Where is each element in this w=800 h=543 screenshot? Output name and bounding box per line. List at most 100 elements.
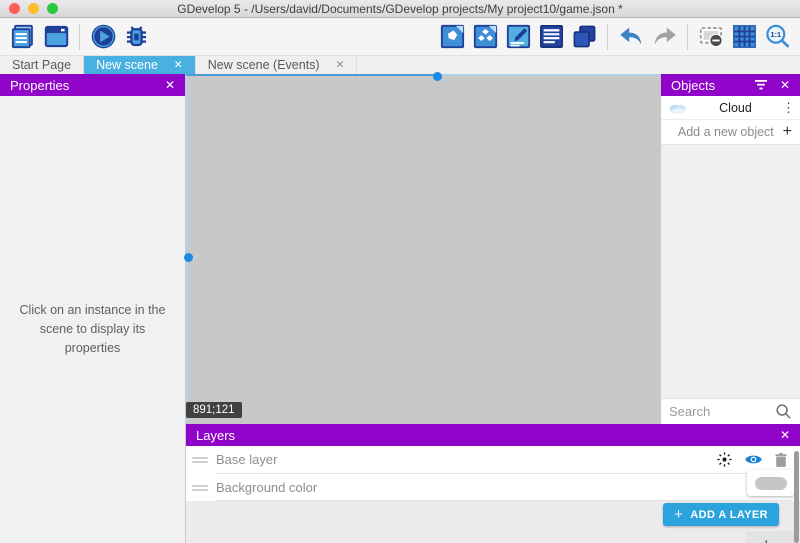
layers-editor-button[interactable] (569, 22, 599, 52)
drag-handle-icon[interactable] (192, 483, 208, 493)
layer-row-base: Base layer (186, 446, 800, 474)
delete-layer-button[interactable] (774, 452, 788, 468)
tab-bar: Start Page New scene ✕ New scene (Events… (0, 56, 800, 74)
zoom-original-button[interactable]: 1:1 (762, 22, 792, 52)
add-new-object-button[interactable]: Add a new object + (661, 120, 800, 145)
gdevelop-window: GDevelop 5 - /Users/david/Documents/GDev… (0, 0, 800, 543)
plus-icon: + (762, 536, 771, 543)
tab-new-scene[interactable]: New scene ✕ (84, 56, 196, 74)
minimize-window-button[interactable] (28, 3, 39, 14)
close-window-button[interactable] (9, 3, 20, 14)
object-menu-icon[interactable]: ⋮ (782, 100, 794, 116)
close-tab-icon[interactable]: ✕ (174, 59, 183, 71)
resize-handle[interactable] (433, 72, 442, 81)
scene-canvas[interactable]: 891;121 (186, 74, 660, 424)
eye-icon (744, 453, 763, 466)
undo-icon (618, 23, 645, 50)
object-groups-editor-button[interactable] (470, 22, 500, 52)
search-input[interactable] (669, 404, 769, 419)
layers-icon (571, 23, 598, 50)
layer-name-field[interactable]: Base layer (216, 452, 716, 467)
tab-label: Start Page (12, 58, 71, 72)
project-manager-icon (10, 23, 37, 50)
objects-panel-empty-space (661, 145, 800, 398)
layer-name-field[interactable]: Background color (216, 480, 792, 495)
undo-button[interactable] (616, 22, 646, 52)
window-mask-icon (698, 23, 725, 50)
layers-panel-header: Layers ✕ (186, 424, 800, 446)
scene-properties-button[interactable] (503, 22, 533, 52)
close-panel-icon[interactable]: ✕ (780, 78, 790, 92)
window-icon (43, 23, 70, 50)
color-swatch (755, 477, 787, 490)
svg-text:1:1: 1:1 (770, 30, 781, 39)
scrollbar-thumb[interactable] (794, 451, 799, 543)
toolbar: 1:1 (0, 18, 800, 56)
objects-panel-title: Objects (671, 78, 715, 93)
project-manager-button[interactable] (8, 22, 38, 52)
scene-window-border-top (437, 74, 660, 76)
scene-window-border-left (186, 76, 188, 424)
cloud-object-thumbnail (667, 101, 689, 114)
search-icon[interactable] (775, 403, 792, 420)
preview-button[interactable] (88, 22, 118, 52)
properties-panel: Properties ✕ Click on an instance in the… (0, 74, 186, 543)
main-area: Properties ✕ Click on an instance in the… (0, 74, 800, 543)
objects-editor-icon (439, 23, 466, 50)
toolbar-separator (79, 24, 80, 50)
tab-new-scene-events[interactable]: New scene (Events) ✕ (196, 56, 358, 74)
add-object-label: Add a new object (669, 125, 783, 139)
objects-search-bar (661, 398, 800, 424)
plus-icon: + (783, 123, 792, 141)
filter-icon[interactable] (754, 79, 768, 91)
add-layer-button[interactable]: + ADD A LAYER (663, 503, 779, 526)
layer-visibility-button[interactable] (744, 453, 763, 466)
drag-handle-icon[interactable] (192, 455, 208, 465)
object-list-item-cloud[interactable]: Cloud ⋮ (661, 96, 800, 120)
instances-list-button[interactable] (536, 22, 566, 52)
instances-list-icon (538, 23, 565, 50)
objects-editor-button[interactable] (437, 22, 467, 52)
scene-window-border-top (186, 74, 437, 76)
zoom-1-1-icon: 1:1 (764, 23, 791, 50)
trash-icon (774, 452, 788, 468)
effects-sun-icon (716, 451, 733, 468)
layers-panel-footer: + ADD A LAYER + (186, 501, 800, 543)
plus-icon: + (674, 506, 683, 523)
debugger-button[interactable] (121, 22, 151, 52)
toolbar-separator (687, 24, 688, 50)
objects-panel-header: Objects ✕ (661, 74, 800, 96)
layer-effects-button[interactable] (716, 451, 733, 468)
layer-row-background-color: Background color (186, 474, 800, 501)
close-tab-icon[interactable]: ✕ (336, 59, 345, 71)
object-name: Cloud (689, 101, 782, 115)
properties-panel-title: Properties (10, 78, 69, 93)
close-panel-icon[interactable]: ✕ (165, 78, 175, 92)
objects-panel: Objects ✕ Cloud ⋮ Add a new object + (660, 74, 800, 424)
close-panel-icon[interactable]: ✕ (780, 428, 790, 442)
tab-label: New scene (96, 58, 158, 72)
properties-empty-message: Click on an instance in the scene to dis… (0, 96, 185, 543)
background-color-picker[interactable] (747, 470, 795, 496)
object-groups-icon (472, 23, 499, 50)
tab-label: New scene (Events) (208, 58, 320, 72)
add-lighting-layer-button[interactable]: + (746, 531, 795, 543)
zoom-window-button[interactable] (47, 3, 58, 14)
redo-button[interactable] (649, 22, 679, 52)
start-page-button[interactable] (41, 22, 71, 52)
toggle-grid-button[interactable] (729, 22, 759, 52)
toggle-mask-button[interactable] (696, 22, 726, 52)
resize-handle[interactable] (184, 253, 193, 262)
play-icon (90, 23, 117, 50)
bug-icon (123, 23, 150, 50)
add-layer-label: ADD A LAYER (690, 509, 768, 521)
toolbar-separator (607, 24, 608, 50)
cursor-coordinates-badge: 891;121 (186, 402, 242, 418)
properties-panel-header: Properties ✕ (0, 74, 185, 96)
edit-properties-icon (505, 23, 532, 50)
layers-panel: Layers ✕ Base layer (186, 424, 800, 543)
redo-icon (651, 23, 678, 50)
window-controls (9, 3, 58, 14)
tab-start-page[interactable]: Start Page (0, 56, 84, 74)
grid-icon (731, 23, 758, 50)
